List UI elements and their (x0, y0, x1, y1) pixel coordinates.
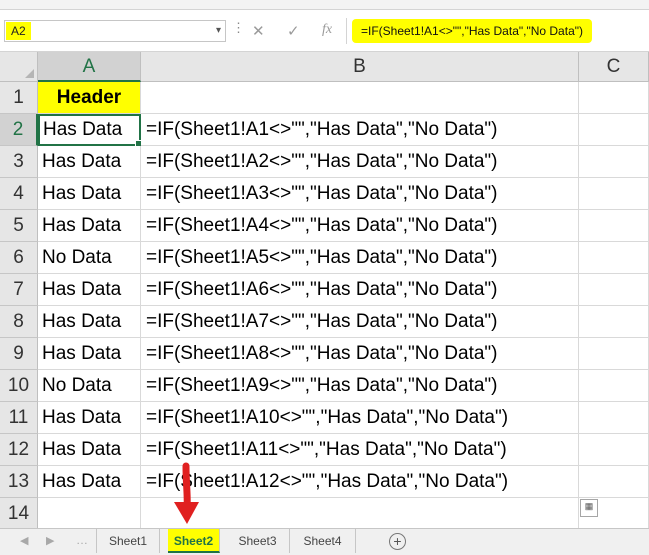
cell-a[interactable]: Has Data (38, 402, 141, 434)
row-header[interactable]: 1 (0, 82, 38, 114)
cell-a[interactable]: Has Data (38, 466, 141, 498)
row-header[interactable]: 5 (0, 210, 38, 242)
cell-c[interactable] (579, 82, 649, 114)
cell-b[interactable]: =IF(Sheet1!A10<>"","Has Data","No Data") (141, 402, 579, 434)
chevron-down-icon[interactable]: ▾ (216, 25, 221, 36)
spreadsheet-grid: A B C 1 Header 2 Has Data =IF(Sheet1!A1<>"",… (0, 52, 649, 530)
cell-b[interactable] (141, 498, 579, 530)
more-sheets-icon[interactable]: … (76, 533, 88, 547)
row-header[interactable]: 10 (0, 370, 38, 402)
row-header[interactable]: 14 (0, 498, 38, 530)
cell-a[interactable]: Has Data (38, 338, 141, 370)
cell-b[interactable]: =IF(Sheet1!A1<>"","Has Data","No Data") (141, 114, 579, 146)
row-header[interactable]: 9 (0, 338, 38, 370)
column-header-b[interactable]: B (141, 52, 579, 82)
scroll-right-icon[interactable]: ▶ (46, 534, 54, 547)
row-header[interactable]: 2 (0, 114, 38, 146)
ribbon-group-labels (0, 0, 649, 10)
cell-b[interactable]: =IF(Sheet1!A8<>"","Has Data","No Data") (141, 338, 579, 370)
row-header[interactable]: 12 (0, 434, 38, 466)
excel-window: A2 ▾ ⋮ ✕ ✓ fx =IF(Sheet1!A1<>"","Has Dat… (0, 0, 649, 555)
cell-c[interactable] (579, 210, 649, 242)
cell-c[interactable] (579, 274, 649, 306)
red-annotation-arrow-icon (174, 462, 199, 524)
cell-a[interactable]: Has Data (38, 146, 141, 178)
row-header[interactable]: 3 (0, 146, 38, 178)
tab-sheet3[interactable]: Sheet3 (226, 529, 290, 553)
row-header[interactable]: 4 (0, 178, 38, 210)
cell-a[interactable]: Has Data (38, 210, 141, 242)
row-header[interactable]: 11 (0, 402, 38, 434)
cell-c[interactable] (579, 114, 649, 146)
cell-a[interactable]: Has Data (38, 274, 141, 306)
tab-sheet1[interactable]: Sheet1 (96, 529, 160, 553)
tab-sheet2[interactable]: Sheet2 (168, 529, 220, 553)
cell-b[interactable]: =IF(Sheet1!A6<>"","Has Data","No Data") (141, 274, 579, 306)
name-box-value: A2 (6, 22, 31, 40)
sheet-tab-bar: ◀ ▶ … Sheet1 Sheet2 Sheet3 Sheet4 + (0, 528, 649, 555)
header-cell[interactable]: Header (38, 82, 141, 114)
row-header[interactable]: 6 (0, 242, 38, 274)
cell-c[interactable] (579, 466, 649, 498)
cell-c[interactable] (579, 370, 649, 402)
formula-bar-divider (346, 18, 347, 44)
cell-a[interactable]: Has Data (38, 306, 141, 338)
cell-c[interactable] (579, 434, 649, 466)
select-all-button[interactable] (0, 52, 38, 82)
column-header-a[interactable]: A (38, 52, 141, 82)
check-enter-icon[interactable]: ✓ (287, 22, 300, 40)
row-header[interactable]: 13 (0, 466, 38, 498)
cell-b[interactable]: =IF(Sheet1!A4<>"","Has Data","No Data") (141, 210, 579, 242)
cell-b[interactable]: =IF(Sheet1!A11<>"","Has Data","No Data") (141, 434, 579, 466)
cell-a[interactable]: Has Data (38, 434, 141, 466)
cell-b[interactable]: =IF(Sheet1!A12<>"","Has Data","No Data") (141, 466, 579, 498)
quick-analysis-icon[interactable]: ▦ (580, 499, 598, 517)
formula-input[interactable]: =IF(Sheet1!A1<>"","Has Data","No Data") (352, 19, 592, 43)
formula-bar: A2 ▾ ⋮ ✕ ✓ fx =IF(Sheet1!A1<>"","Has Dat… (0, 10, 649, 52)
cell-b[interactable]: =IF(Sheet1!A5<>"","Has Data","No Data") (141, 242, 579, 274)
cell-b[interactable]: =IF(Sheet1!A2<>"","Has Data","No Data") (141, 146, 579, 178)
cell-a[interactable]: No Data (38, 370, 141, 402)
cell-b[interactable]: =IF(Sheet1!A7<>"","Has Data","No Data") (141, 306, 579, 338)
more-options-icon[interactable]: ⋮ (232, 20, 245, 36)
x-cancel-icon[interactable]: ✕ (252, 22, 265, 40)
cell-c[interactable] (579, 306, 649, 338)
row-header[interactable]: 7 (0, 274, 38, 306)
fx-icon[interactable]: fx (322, 22, 332, 38)
cell-c[interactable] (579, 146, 649, 178)
cell-a[interactable]: No Data (38, 242, 141, 274)
cell-a[interactable] (38, 498, 141, 530)
cell-b[interactable] (141, 82, 579, 114)
tab-sheet4[interactable]: Sheet4 (290, 529, 356, 553)
cell-b[interactable]: =IF(Sheet1!A3<>"","Has Data","No Data") (141, 178, 579, 210)
cell-c[interactable] (579, 242, 649, 274)
row-header[interactable]: 8 (0, 306, 38, 338)
cell-c[interactable] (579, 178, 649, 210)
add-sheet-icon[interactable]: + (389, 533, 406, 550)
column-header-c[interactable]: C (579, 52, 649, 82)
cell-a[interactable]: Has Data (38, 178, 141, 210)
cell-c[interactable] (579, 402, 649, 434)
cell-c[interactable] (579, 338, 649, 370)
cell-b[interactable]: =IF(Sheet1!A9<>"","Has Data","No Data") (141, 370, 579, 402)
scroll-left-icon[interactable]: ◀ (20, 534, 28, 547)
cell-a[interactable]: Has Data (38, 114, 143, 148)
name-box[interactable]: A2 ▾ (4, 20, 226, 42)
